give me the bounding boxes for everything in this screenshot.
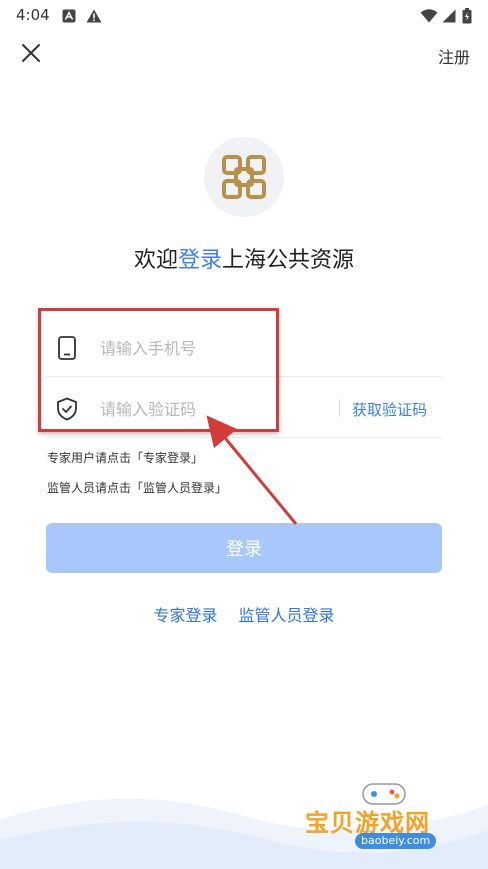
- watermark-url: baobeiy.com: [355, 833, 437, 849]
- gamepad-icon: [361, 778, 407, 806]
- annotation-arrow: [206, 415, 298, 525]
- alternate-login-links: 专家登录 监管人员登录: [0, 602, 488, 626]
- expert-login-link[interactable]: 专家登录: [153, 606, 217, 625]
- supervisor-login-link[interactable]: 监管人员登录: [239, 606, 335, 625]
